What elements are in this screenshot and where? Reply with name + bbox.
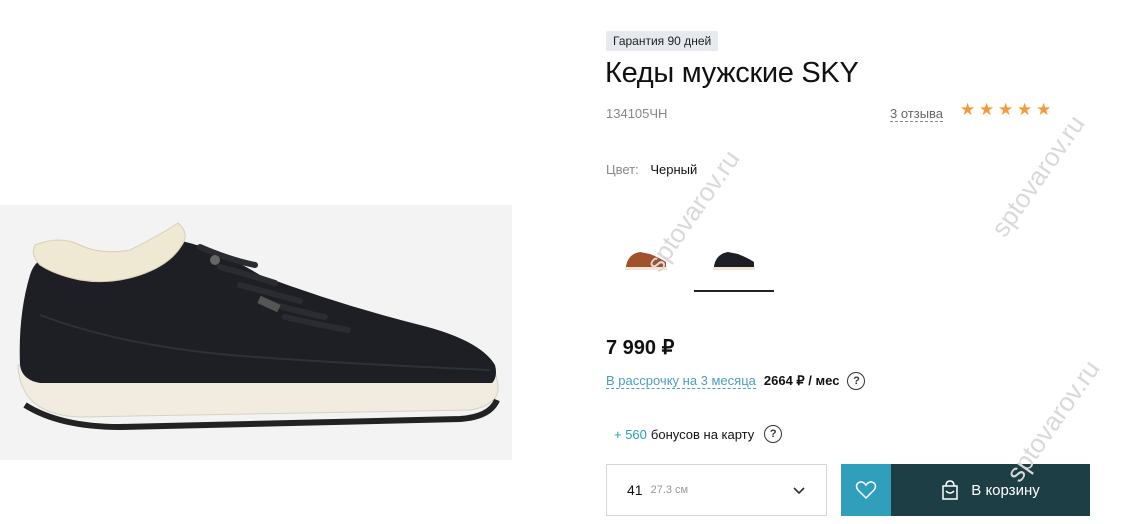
product-photo[interactable] <box>0 205 512 460</box>
star-icon: ★ <box>1017 100 1033 119</box>
rating-stars: ★ ★ ★ ★ ★ <box>960 100 1052 119</box>
color-swatches <box>606 230 774 292</box>
brown-sneaker-icon <box>625 252 667 270</box>
chevron-down-icon <box>793 487 805 495</box>
product-title: Кеды мужские SKY <box>605 57 859 89</box>
heart-icon <box>855 481 877 500</box>
swatch-black[interactable] <box>694 230 774 292</box>
star-icon: ★ <box>998 100 1014 119</box>
star-icon: ★ <box>979 100 995 119</box>
sneaker-image <box>0 205 512 460</box>
add-to-cart-label: В корзину <box>971 481 1040 499</box>
product-sku: 134105ЧН <box>606 106 668 121</box>
size-cm: 27.3 см <box>650 484 689 496</box>
black-sneaker-icon <box>713 252 755 270</box>
color-row: Цвет: Черный <box>606 162 697 177</box>
color-label: Цвет: <box>606 162 639 177</box>
swatch-brown[interactable] <box>606 230 686 292</box>
watermark: sptovarov.ru <box>985 109 1091 243</box>
bag-icon <box>942 480 959 500</box>
product-price: 7 990 ₽ <box>606 337 675 359</box>
star-icon: ★ <box>960 100 976 119</box>
bonus-text: бонусов на карту <box>650 426 755 442</box>
add-to-cart-button[interactable]: В корзину <box>891 464 1090 516</box>
size-select[interactable]: 41 27.3 см <box>606 464 827 516</box>
installment-help-icon[interactable]: ? <box>847 372 866 390</box>
reviews-link[interactable]: 3 отзыва <box>890 107 944 122</box>
product-gallery <box>0 0 540 524</box>
bonus-row: + 560 бонусов на карту ? <box>614 425 783 443</box>
bonus-help-icon[interactable]: ? <box>764 425 783 443</box>
installment-link[interactable]: В рассрочку на 3 месяца <box>606 373 756 389</box>
bonus-amount: + 560 <box>614 426 647 442</box>
wishlist-button[interactable] <box>841 464 891 516</box>
warranty-badge: Гарантия 90 дней <box>606 31 719 51</box>
installment-amount: 2664 ₽ / мес <box>763 373 840 388</box>
color-value: Черный <box>650 162 698 177</box>
star-icon: ★ <box>1036 100 1052 119</box>
installment-row: В рассрочку на 3 месяца 2664 ₽ / мес ? <box>606 372 866 390</box>
size-number: 41 <box>627 482 643 498</box>
